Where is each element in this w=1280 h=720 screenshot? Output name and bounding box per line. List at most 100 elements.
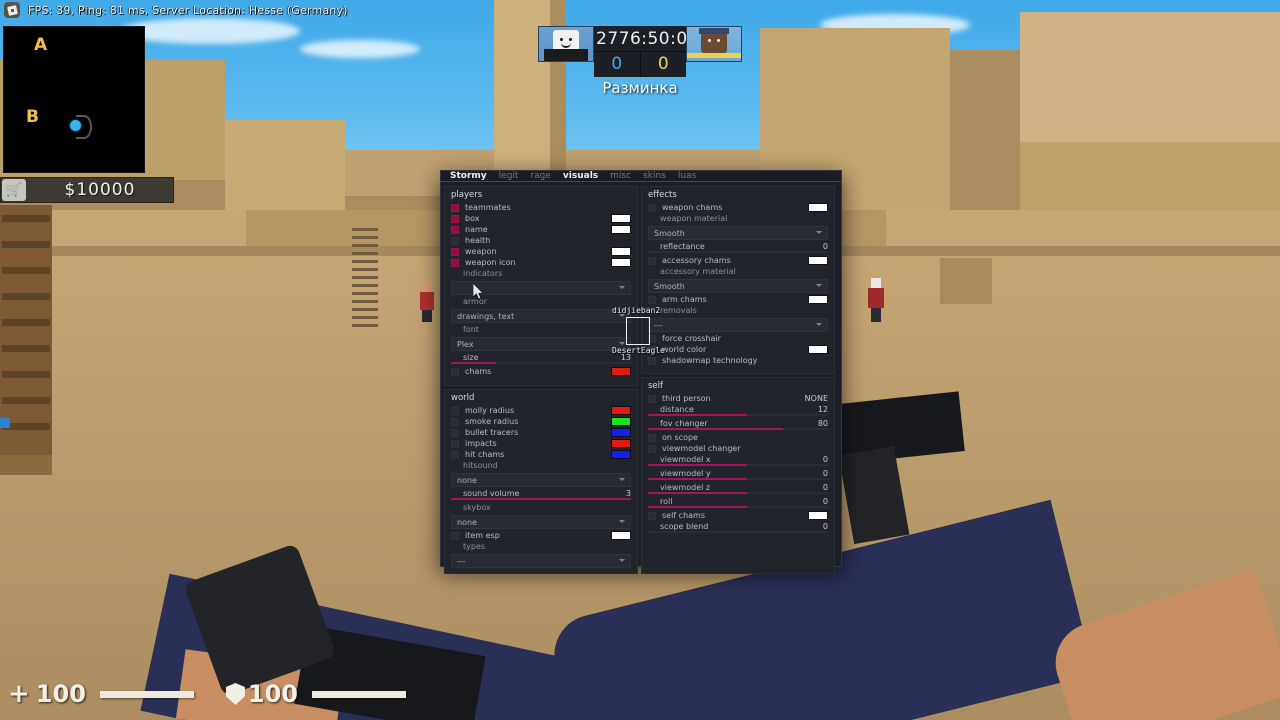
checkbox-row-on-scope[interactable]: on scope: [648, 432, 828, 443]
tab-skins[interactable]: skins: [643, 171, 666, 181]
slider-value: 0: [822, 497, 828, 506]
dropdown----[interactable]: ---: [648, 318, 828, 332]
checkbox-row-health[interactable]: health: [451, 235, 631, 246]
slider-viewmodel-y[interactable]: viewmodel y 0: [648, 468, 828, 480]
checkbox-self-chams[interactable]: [648, 511, 656, 520]
color-swatch-name[interactable]: [611, 225, 631, 234]
tab-luas[interactable]: luas: [678, 171, 696, 181]
slider-roll[interactable]: roll 0: [648, 496, 828, 508]
checkbox-row-hit-chams[interactable]: hit chams: [451, 449, 631, 460]
checkbox-row-box[interactable]: box: [451, 213, 631, 224]
checkbox-bullet-tracers[interactable]: [451, 428, 459, 437]
dropdown-none[interactable]: none: [451, 515, 631, 529]
checkbox-impacts[interactable]: [451, 439, 459, 448]
checkbox-teammates[interactable]: [451, 203, 459, 212]
color-swatch-weapon[interactable]: [611, 247, 631, 256]
tab-rage[interactable]: rage: [530, 171, 550, 181]
color-swatch-chams[interactable]: [611, 367, 631, 376]
dropdown----[interactable]: ---: [451, 554, 631, 568]
checkbox-row-third-person[interactable]: third person NONE: [648, 393, 828, 404]
roblox-logo-icon: [4, 2, 20, 18]
color-swatch-arm-chams[interactable]: [808, 295, 828, 304]
color-swatch-smoke-radius[interactable]: [611, 417, 631, 426]
color-swatch-world-color[interactable]: [808, 345, 828, 354]
checkbox-third-person[interactable]: [648, 394, 656, 403]
checkbox-row-shadowmap-technology[interactable]: shadowmap technology: [648, 355, 828, 366]
checkbox-row-name[interactable]: name: [451, 224, 631, 235]
checkbox-molly-radius[interactable]: [451, 406, 459, 415]
dropdown-Plex[interactable]: Plex: [451, 337, 631, 351]
ladder-base: [0, 455, 52, 475]
color-swatch-item-esp[interactable]: [611, 531, 631, 540]
checkbox-row-item-esp[interactable]: item esp: [451, 530, 631, 541]
checkbox-row-viewmodel-changer[interactable]: viewmodel changer: [648, 443, 828, 454]
checkbox-hit-chams[interactable]: [451, 450, 459, 459]
checkbox-viewmodel-changer[interactable]: [648, 444, 656, 453]
color-swatch-molly-radius[interactable]: [611, 406, 631, 415]
checkbox-row-impacts[interactable]: impacts: [451, 438, 631, 449]
checkbox-row-molly-radius[interactable]: molly radius: [451, 405, 631, 416]
row-label: force crosshair: [662, 334, 721, 343]
tab-misc[interactable]: misc: [610, 171, 631, 181]
checkbox-row-accessory-chams[interactable]: accessory chams: [648, 255, 828, 266]
label-row-hitsound: hitsound: [451, 460, 631, 471]
checkbox-accessory-chams[interactable]: [648, 256, 656, 265]
tab-visuals[interactable]: visuals: [563, 171, 598, 181]
dropdown-drawings-text[interactable]: drawings, text: [451, 309, 631, 323]
checkbox-shadowmap-technology[interactable]: [648, 356, 656, 365]
checkbox-weapon[interactable]: [451, 247, 459, 256]
slider-viewmodel-z[interactable]: viewmodel z 0: [648, 482, 828, 494]
checkbox-row-force-crosshair[interactable]: force crosshair: [648, 333, 828, 344]
menu-tab-bar[interactable]: Stormy legit rage visuals misc skins lua…: [441, 171, 841, 182]
cheat-menu-window[interactable]: Stormy legit rage visuals misc skins lua…: [440, 170, 842, 574]
color-swatch-box[interactable]: [611, 214, 631, 223]
checkbox-health[interactable]: [451, 236, 459, 245]
label-row-skybox: skybox: [451, 502, 631, 513]
checkbox-smoke-radius[interactable]: [451, 417, 459, 426]
checkbox-item-esp[interactable]: [451, 531, 459, 540]
row-label: font: [463, 325, 479, 334]
checkbox-arm-chams[interactable]: [648, 295, 656, 304]
dropdown-none[interactable]: none: [451, 473, 631, 487]
color-swatch-self-chams[interactable]: [808, 511, 828, 520]
slider-track[interactable]: [648, 251, 828, 253]
slider-fill: [648, 414, 747, 416]
checkbox-chams[interactable]: [451, 367, 459, 376]
fps-ping-server-text: FPS: 39, Ping: 81 ms, Server Location: H…: [28, 3, 348, 17]
checkbox-row-weapon-chams[interactable]: weapon chams: [648, 202, 828, 213]
color-swatch-weapon-chams[interactable]: [808, 203, 828, 212]
tab-legit[interactable]: legit: [499, 171, 519, 181]
color-swatch-hit-chams[interactable]: [611, 450, 631, 459]
checkbox-row-bullet-tracers[interactable]: bullet tracers: [451, 427, 631, 438]
slider-size[interactable]: size 13: [451, 352, 631, 364]
checkbox-row-chams[interactable]: chams: [451, 366, 631, 377]
slider-track[interactable]: [648, 531, 828, 533]
dropdown-Smooth[interactable]: Smooth: [648, 226, 828, 240]
color-swatch-weapon-icon[interactable]: [611, 258, 631, 267]
checkbox-row-arm-chams[interactable]: arm chams: [648, 294, 828, 305]
slider-label: viewmodel z: [660, 483, 711, 492]
checkbox-on-scope[interactable]: [648, 433, 656, 442]
checkbox-row-teammates[interactable]: teammates: [451, 202, 631, 213]
checkbox-row-smoke-radius[interactable]: smoke radius: [451, 416, 631, 427]
checkbox-weapon-chams[interactable]: [648, 203, 656, 212]
slider-distance[interactable]: distance 12: [648, 404, 828, 416]
checkbox-row-self-chams[interactable]: self chams: [648, 510, 828, 521]
checkbox-row-world-color[interactable]: world color: [648, 344, 828, 355]
row-label: third person: [662, 394, 711, 403]
slider-reflectance[interactable]: reflectance 0: [648, 241, 828, 253]
slider-scope-blend[interactable]: scope blend 0: [648, 521, 828, 533]
slider-value: 12: [817, 405, 828, 414]
dropdown-Smooth[interactable]: Smooth: [648, 279, 828, 293]
checkbox-weapon-icon[interactable]: [451, 258, 459, 267]
checkbox-name[interactable]: [451, 225, 459, 234]
color-swatch-impacts[interactable]: [611, 439, 631, 448]
checkbox-row-weapon-icon[interactable]: weapon icon: [451, 257, 631, 268]
checkbox-row-weapon[interactable]: weapon: [451, 246, 631, 257]
color-swatch-bullet-tracers[interactable]: [611, 428, 631, 437]
slider-fov-changer[interactable]: fov changer 80: [648, 418, 828, 430]
color-swatch-accessory-chams[interactable]: [808, 256, 828, 265]
slider-sound-volume[interactable]: sound volume 3: [451, 488, 631, 500]
slider-viewmodel-x[interactable]: viewmodel x 0: [648, 454, 828, 466]
checkbox-box[interactable]: [451, 214, 459, 223]
